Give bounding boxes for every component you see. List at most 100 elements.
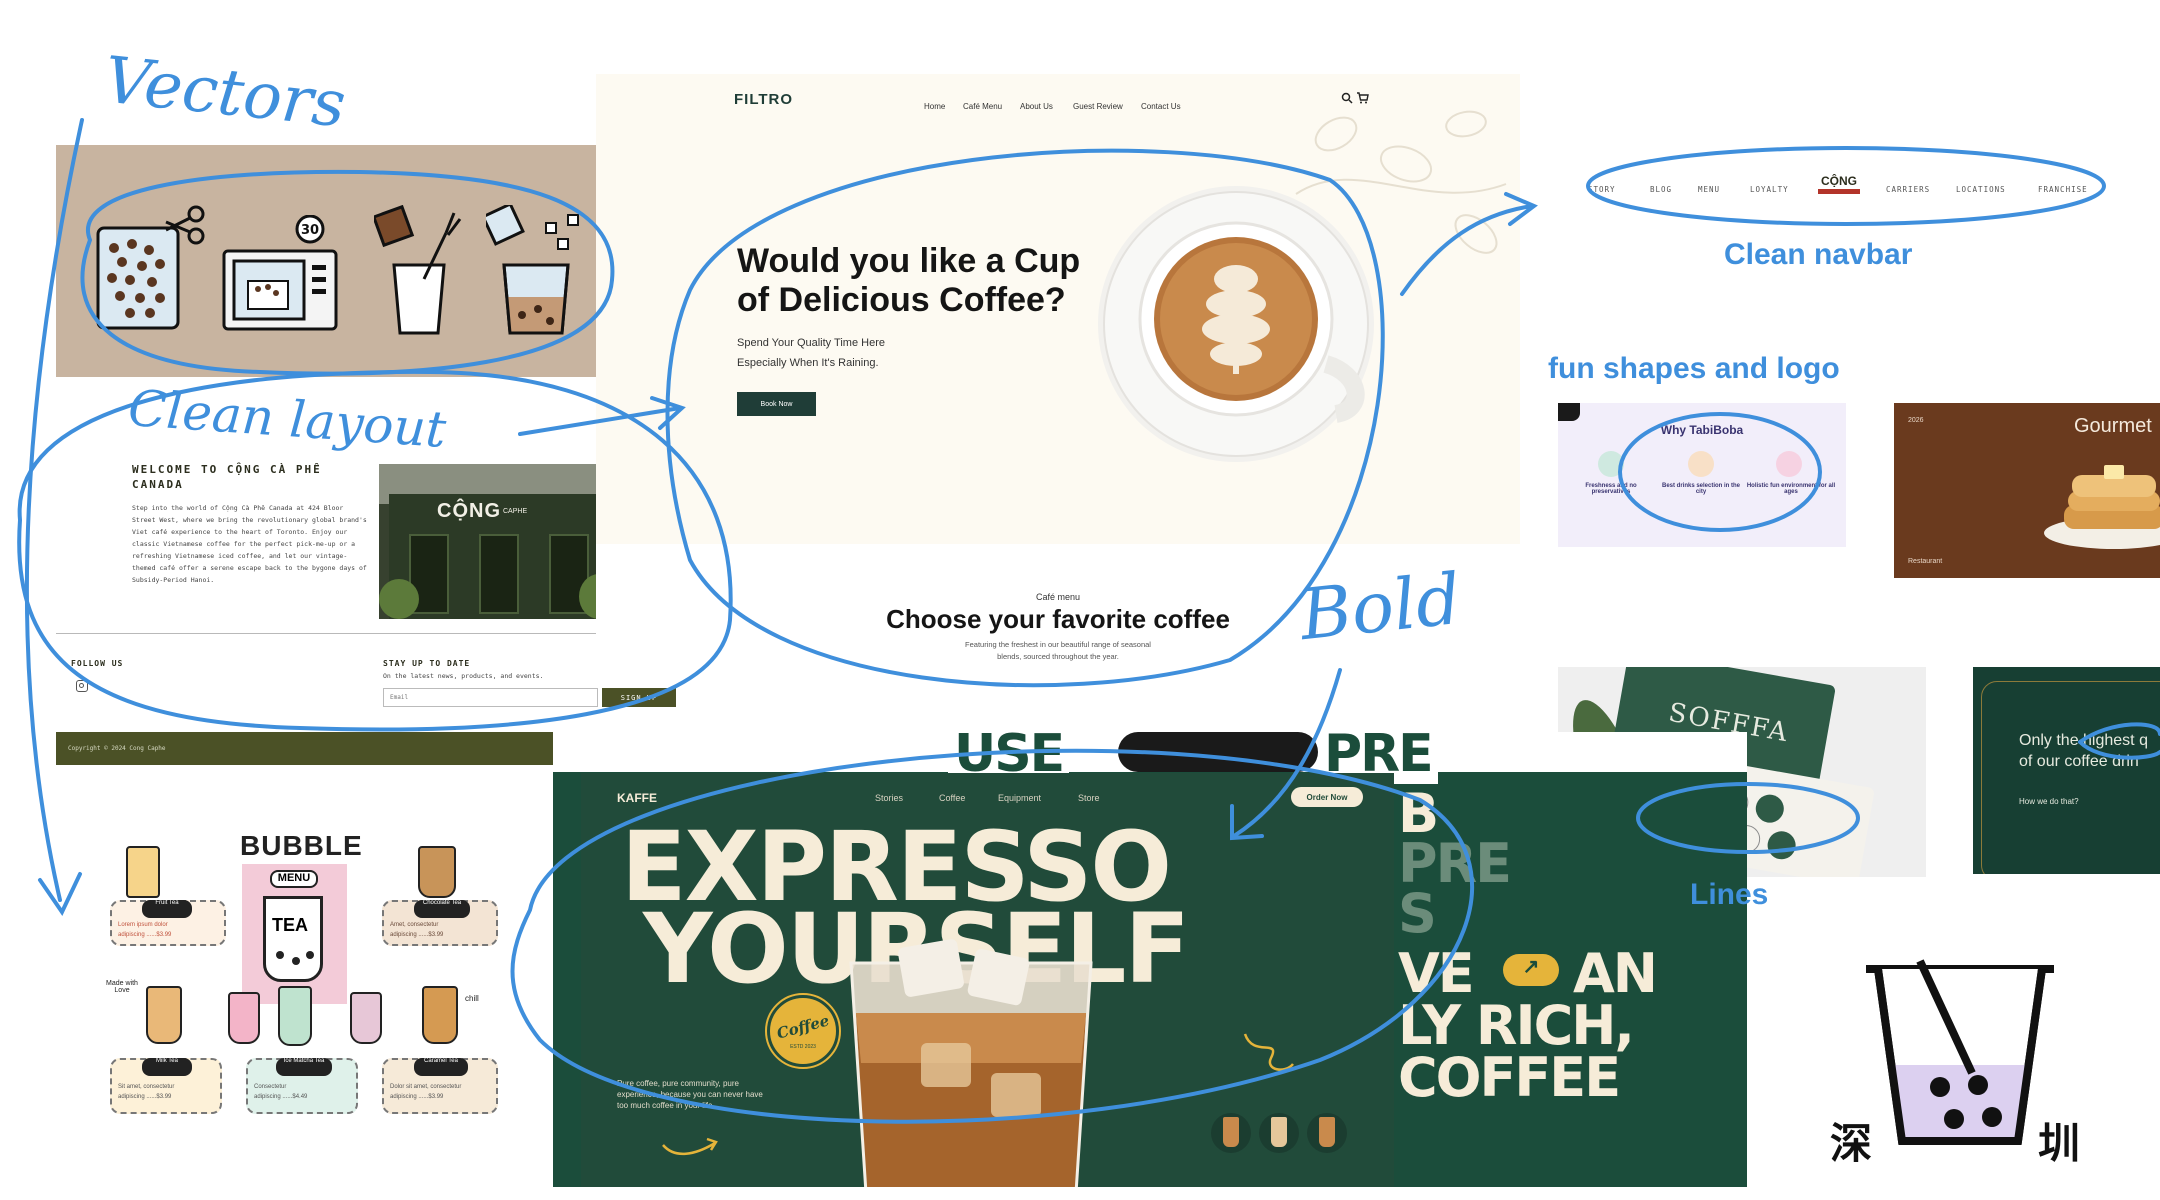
strawberry-tea-icon	[228, 992, 260, 1044]
coffee-badge: Coffee ESTD 2023	[765, 993, 841, 1069]
cong-nav-franchise[interactable]: FRANCHISE	[2038, 185, 2088, 194]
cong-nav-menu[interactable]: MENU	[1698, 185, 1720, 194]
made-with-love-sticker: Made with Love	[106, 980, 138, 994]
whisk-cup-icon	[374, 205, 462, 335]
cong-navbar: STORY BLOG MENU LOYALTY CỘNG CARRIERS LO…	[1550, 158, 2110, 214]
highest-line-1: Only the highest q	[2019, 732, 2148, 749]
iced-drink-icon	[486, 205, 579, 335]
nav-about-us[interactable]: About Us	[1020, 102, 1053, 111]
cong-nav-blog[interactable]: BLOG	[1650, 185, 1672, 194]
bold-handwritten-label: Bold	[1296, 557, 1465, 657]
tabiboba-feature-3: Holistic fun environment for all ages	[1746, 483, 1836, 495]
milk-tea-icon	[146, 986, 182, 1044]
stay-up-to-date-subtext: On the latest news, products, and events…	[383, 672, 544, 680]
chocolate-tea-icon	[418, 846, 456, 898]
kaffe-nav-coffee[interactable]: Coffee	[939, 793, 965, 803]
kaffe-front-page: KAFFE Stories Coffee Equipment Store Ord…	[581, 773, 1394, 1187]
cong-shop-sign-small: CAPHE	[503, 508, 528, 515]
loop-arrow-icon	[1243, 1033, 1294, 1071]
cart-icon[interactable]	[1356, 91, 1369, 104]
bubble-tea-logo	[1866, 959, 2054, 1145]
tabiboba-title: Why TabiBoba	[1660, 423, 1744, 437]
vectors-handwritten-label: Vectors	[100, 43, 349, 143]
pancake-image	[2044, 465, 2160, 549]
cong-nav-carriers[interactable]: CARRIERS	[1886, 185, 1930, 194]
thumb-drink-2	[1271, 1117, 1287, 1147]
iced-coffee-image	[849, 939, 1093, 1187]
search-icon[interactable]	[1341, 92, 1353, 104]
cup-icon	[1688, 451, 1714, 477]
fun-shapes-label: fun shapes and logo	[1548, 352, 1840, 385]
microwave-icon: 30	[222, 215, 338, 331]
cong-body-text: Step into the world of Cộng Cà Phê Canad…	[132, 504, 367, 584]
sign-up-button[interactable]: SIGN UP	[602, 688, 676, 707]
how-we-do-that-link[interactable]: How we do that?	[2019, 797, 2079, 806]
filtro-logo[interactable]: FILTRO	[734, 91, 793, 108]
chill-sticker: chill	[465, 994, 479, 1003]
back-row-4: S	[1398, 882, 1437, 945]
svg-text:30: 30	[301, 223, 319, 238]
vectors-card: 30	[56, 145, 616, 377]
kaffe-tagline: Pure coffee, pure community, pure experi…	[617, 1079, 763, 1110]
menu-card-caramel-tea: Caramel Tea Dolor sit amet, consectetur …	[382, 1058, 498, 1114]
fruit-tea-icon	[126, 846, 160, 898]
arrow-button-icon[interactable]: ↗	[1503, 954, 1559, 986]
thumb-drink-3	[1319, 1117, 1335, 1147]
bubble-tea-menu: BUBBLE MENU TEA Fruit Tea Lorem ipsum do…	[100, 826, 505, 1131]
filtro-hero-subtitle-1: Spend Your Quality Time Here	[737, 337, 885, 349]
cong-copyright: Copyright © 2024 Cong Caphe	[68, 745, 166, 752]
nav-guest-review[interactable]: Guest Review	[1073, 102, 1123, 111]
cong-nav-loyalty[interactable]: LOYALTY	[1750, 185, 1789, 194]
lines-label: Lines	[1690, 878, 1769, 911]
tabiboba-feature-1: Freshness and no preservatives	[1585, 483, 1637, 495]
menu-card-chocolate-tea: Chocolate Tea Amet, consectetur adipisci…	[382, 900, 498, 946]
caramel-tea-icon	[422, 986, 458, 1044]
kaffe-nav-equipment[interactable]: Equipment	[998, 793, 1041, 803]
filtro-hero-subtitle-2: Especially When It's Raining.	[737, 357, 879, 369]
gourmet-year: 2026	[1908, 417, 1924, 424]
menu-card-fruit-tea: Fruit Tea Lorem ipsum dolor adipiscing .…	[110, 900, 226, 946]
back-row-7: COFFEE	[1398, 1046, 1621, 1109]
book-now-button[interactable]: Book Now	[737, 392, 816, 416]
cong-nav-story[interactable]: STORY	[1588, 185, 1616, 194]
gourmet-title: Gourmet	[2074, 415, 2152, 437]
latte-cup-image	[1098, 186, 1374, 462]
kaffe-logo[interactable]: KAFFE	[617, 791, 657, 805]
tabiboba-corner-shape	[1558, 403, 1580, 421]
follow-us-heading: FOLLOW US	[71, 659, 124, 668]
gourmet-card: 2026 Gourmet Restaurant	[1894, 403, 2160, 578]
nav-cafe-menu[interactable]: Café Menu	[963, 102, 1002, 111]
taro-tea-icon	[350, 992, 382, 1044]
cong-welcome-heading: WELCOME TO CỘNG CÀ PHÊ CANADA	[132, 463, 322, 491]
instagram-icon[interactable]	[76, 680, 88, 692]
star-icon	[1776, 451, 1802, 477]
shenzhen-char-right: 圳	[2038, 1119, 2081, 1168]
kaffe-nav-stories[interactable]: Stories	[875, 793, 903, 803]
nav-contact-us[interactable]: Contact Us	[1141, 102, 1181, 111]
gourmet-footer: Restaurant	[1908, 558, 1943, 565]
tabiboba-feature-2: Best drinks selection in the city	[1661, 483, 1741, 495]
email-input[interactable]	[383, 688, 598, 707]
cong-storefront-photo: CỘNG CAPHE	[379, 464, 615, 619]
cong-nav-locations[interactable]: LOCATIONS	[1956, 185, 2006, 194]
nav-home[interactable]: Home	[924, 102, 945, 111]
clean-navbar-label: Clean navbar	[1724, 238, 1913, 271]
leaf-icon	[1598, 451, 1624, 477]
cong-navbar-logo[interactable]: CỘNG	[1818, 174, 1860, 194]
highest-line-2: of our coffee drin	[2019, 753, 2139, 770]
menu-label: MENU	[270, 870, 318, 888]
highest-quality-card: Only the highest q of our coffee drin Ho…	[1973, 667, 2160, 874]
filtro-menu-subtitle-2: blends, sourced throughout the year.	[997, 652, 1119, 661]
back-coffee-image	[1118, 732, 1318, 772]
menu-card-milk-tea: Milk Tea Sit amet, consectetur adipiscin…	[110, 1058, 222, 1114]
highest-frame-line	[1981, 681, 2160, 874]
curved-arrow-icon	[662, 1137, 718, 1155]
coffee-bag-icon	[96, 205, 205, 330]
kaffe-nav-store[interactable]: Store	[1078, 793, 1100, 803]
cong-shop-sign: CỘNG	[437, 500, 501, 522]
menu-card-ice-matcha-tea: Ice Matcha Tea Consectetur adipiscing ..…	[246, 1058, 358, 1114]
center-tea-cup-icon: TEA	[263, 896, 323, 982]
filtro-hero-title: Would you like a Cup of Delicious Coffee…	[737, 242, 1081, 319]
ice-matcha-tea-icon	[278, 986, 312, 1046]
order-now-button[interactable]: Order Now	[1291, 787, 1363, 807]
